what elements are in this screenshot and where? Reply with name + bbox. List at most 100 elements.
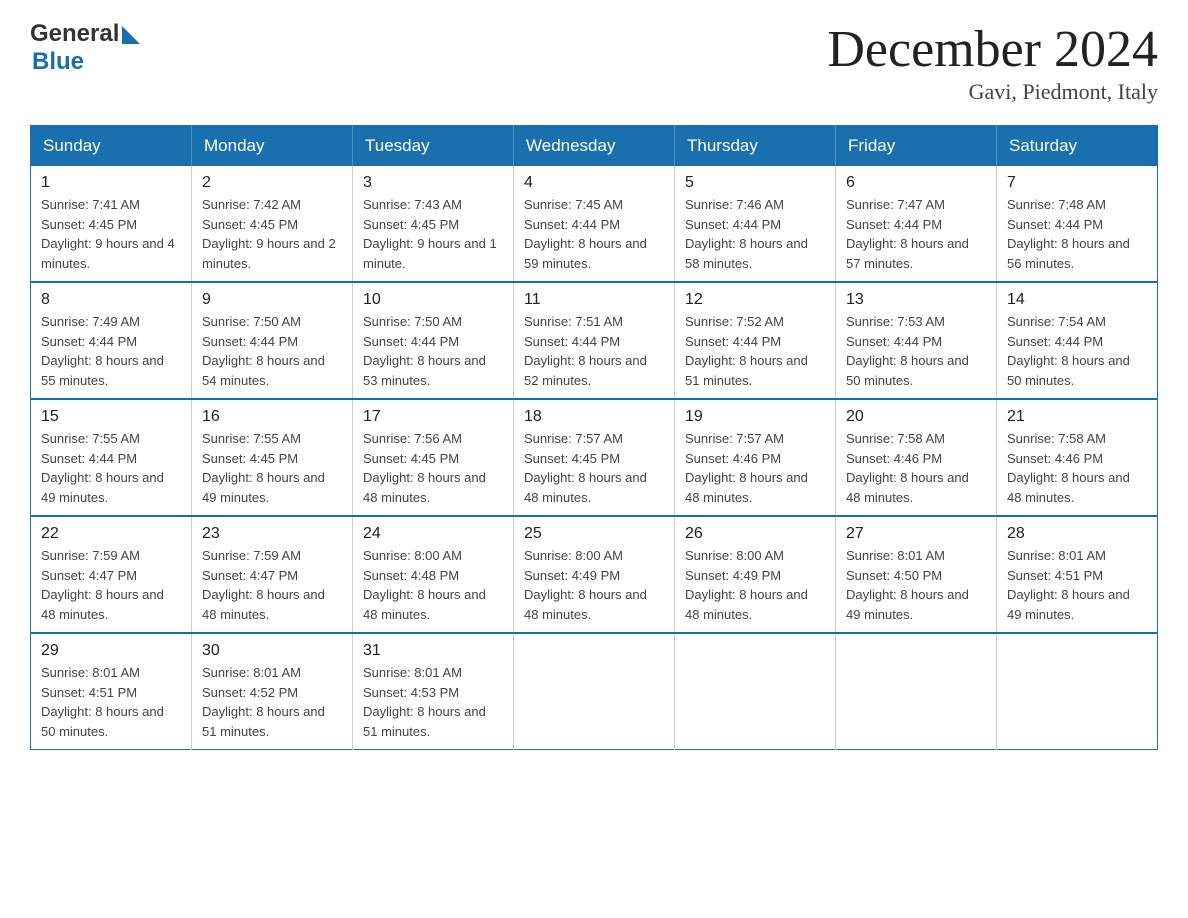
day-number: 17 [363, 408, 503, 426]
calendar-cell: 15 Sunrise: 7:55 AM Sunset: 4:44 PM Dayl… [31, 399, 192, 516]
logo: General Blue [30, 20, 140, 76]
day-info: Sunrise: 7:48 AM Sunset: 4:44 PM Dayligh… [1007, 195, 1147, 273]
calendar-cell: 9 Sunrise: 7:50 AM Sunset: 4:44 PM Dayli… [192, 282, 353, 399]
calendar-cell [836, 633, 997, 750]
day-number: 2 [202, 174, 342, 192]
day-number: 31 [363, 642, 503, 660]
logo-blue-text: Blue [32, 48, 84, 76]
calendar-cell: 31 Sunrise: 8:01 AM Sunset: 4:53 PM Dayl… [353, 633, 514, 750]
calendar-cell: 5 Sunrise: 7:46 AM Sunset: 4:44 PM Dayli… [675, 166, 836, 282]
day-info: Sunrise: 8:01 AM Sunset: 4:52 PM Dayligh… [202, 663, 342, 741]
calendar-cell: 4 Sunrise: 7:45 AM Sunset: 4:44 PM Dayli… [514, 166, 675, 282]
day-number: 30 [202, 642, 342, 660]
day-number: 14 [1007, 291, 1147, 309]
day-number: 4 [524, 174, 664, 192]
day-info: Sunrise: 8:00 AM Sunset: 4:49 PM Dayligh… [685, 546, 825, 624]
calendar-cell: 30 Sunrise: 8:01 AM Sunset: 4:52 PM Dayl… [192, 633, 353, 750]
calendar-cell: 17 Sunrise: 7:56 AM Sunset: 4:45 PM Dayl… [353, 399, 514, 516]
calendar-cell: 10 Sunrise: 7:50 AM Sunset: 4:44 PM Dayl… [353, 282, 514, 399]
day-number: 13 [846, 291, 986, 309]
logo-general-text: General [30, 20, 119, 48]
calendar-cell [997, 633, 1158, 750]
day-number: 21 [1007, 408, 1147, 426]
day-info: Sunrise: 7:58 AM Sunset: 4:46 PM Dayligh… [846, 429, 986, 507]
weekday-header-saturday: Saturday [997, 126, 1158, 167]
day-info: Sunrise: 7:50 AM Sunset: 4:44 PM Dayligh… [202, 312, 342, 390]
calendar-cell: 19 Sunrise: 7:57 AM Sunset: 4:46 PM Dayl… [675, 399, 836, 516]
calendar-week-row: 1 Sunrise: 7:41 AM Sunset: 4:45 PM Dayli… [31, 166, 1158, 282]
day-number: 6 [846, 174, 986, 192]
calendar-cell [514, 633, 675, 750]
calendar-cell: 20 Sunrise: 7:58 AM Sunset: 4:46 PM Dayl… [836, 399, 997, 516]
calendar-cell: 22 Sunrise: 7:59 AM Sunset: 4:47 PM Dayl… [31, 516, 192, 633]
calendar-cell: 13 Sunrise: 7:53 AM Sunset: 4:44 PM Dayl… [836, 282, 997, 399]
weekday-header-sunday: Sunday [31, 126, 192, 167]
day-number: 19 [685, 408, 825, 426]
day-number: 10 [363, 291, 503, 309]
day-number: 26 [685, 525, 825, 543]
day-number: 20 [846, 408, 986, 426]
weekday-header-friday: Friday [836, 126, 997, 167]
logo-line1: General [30, 20, 140, 48]
day-number: 5 [685, 174, 825, 192]
calendar-cell: 21 Sunrise: 7:58 AM Sunset: 4:46 PM Dayl… [997, 399, 1158, 516]
weekday-header-wednesday: Wednesday [514, 126, 675, 167]
day-number: 9 [202, 291, 342, 309]
calendar-cell: 7 Sunrise: 7:48 AM Sunset: 4:44 PM Dayli… [997, 166, 1158, 282]
day-number: 3 [363, 174, 503, 192]
day-info: Sunrise: 7:55 AM Sunset: 4:45 PM Dayligh… [202, 429, 342, 507]
calendar-cell: 14 Sunrise: 7:54 AM Sunset: 4:44 PM Dayl… [997, 282, 1158, 399]
calendar-cell: 25 Sunrise: 8:00 AM Sunset: 4:49 PM Dayl… [514, 516, 675, 633]
calendar-cell: 26 Sunrise: 8:00 AM Sunset: 4:49 PM Dayl… [675, 516, 836, 633]
calendar-cell [675, 633, 836, 750]
day-info: Sunrise: 8:01 AM Sunset: 4:51 PM Dayligh… [1007, 546, 1147, 624]
day-number: 23 [202, 525, 342, 543]
calendar-cell: 27 Sunrise: 8:01 AM Sunset: 4:50 PM Dayl… [836, 516, 997, 633]
day-number: 1 [41, 174, 181, 192]
calendar-cell: 8 Sunrise: 7:49 AM Sunset: 4:44 PM Dayli… [31, 282, 192, 399]
day-info: Sunrise: 7:55 AM Sunset: 4:44 PM Dayligh… [41, 429, 181, 507]
calendar-week-row: 15 Sunrise: 7:55 AM Sunset: 4:44 PM Dayl… [31, 399, 1158, 516]
day-info: Sunrise: 7:54 AM Sunset: 4:44 PM Dayligh… [1007, 312, 1147, 390]
day-info: Sunrise: 8:01 AM Sunset: 4:50 PM Dayligh… [846, 546, 986, 624]
day-info: Sunrise: 7:53 AM Sunset: 4:44 PM Dayligh… [846, 312, 986, 390]
day-info: Sunrise: 8:00 AM Sunset: 4:48 PM Dayligh… [363, 546, 503, 624]
day-info: Sunrise: 7:43 AM Sunset: 4:45 PM Dayligh… [363, 195, 503, 273]
day-info: Sunrise: 8:01 AM Sunset: 4:51 PM Dayligh… [41, 663, 181, 741]
day-number: 25 [524, 525, 664, 543]
day-info: Sunrise: 7:57 AM Sunset: 4:46 PM Dayligh… [685, 429, 825, 507]
day-info: Sunrise: 7:50 AM Sunset: 4:44 PM Dayligh… [363, 312, 503, 390]
day-info: Sunrise: 7:49 AM Sunset: 4:44 PM Dayligh… [41, 312, 181, 390]
day-number: 27 [846, 525, 986, 543]
calendar-cell: 18 Sunrise: 7:57 AM Sunset: 4:45 PM Dayl… [514, 399, 675, 516]
calendar-cell: 1 Sunrise: 7:41 AM Sunset: 4:45 PM Dayli… [31, 166, 192, 282]
calendar-week-row: 29 Sunrise: 8:01 AM Sunset: 4:51 PM Dayl… [31, 633, 1158, 750]
page-header: General Blue December 2024 Gavi, Piedmon… [30, 20, 1158, 105]
calendar-table: SundayMondayTuesdayWednesdayThursdayFrid… [30, 125, 1158, 750]
day-number: 16 [202, 408, 342, 426]
calendar-cell: 16 Sunrise: 7:55 AM Sunset: 4:45 PM Dayl… [192, 399, 353, 516]
calendar-cell: 28 Sunrise: 8:01 AM Sunset: 4:51 PM Dayl… [997, 516, 1158, 633]
day-number: 28 [1007, 525, 1147, 543]
day-number: 22 [41, 525, 181, 543]
day-number: 7 [1007, 174, 1147, 192]
day-info: Sunrise: 7:47 AM Sunset: 4:44 PM Dayligh… [846, 195, 986, 273]
calendar-week-row: 8 Sunrise: 7:49 AM Sunset: 4:44 PM Dayli… [31, 282, 1158, 399]
calendar-cell: 3 Sunrise: 7:43 AM Sunset: 4:45 PM Dayli… [353, 166, 514, 282]
location-subtitle: Gavi, Piedmont, Italy [827, 79, 1158, 105]
day-number: 24 [363, 525, 503, 543]
day-info: Sunrise: 7:56 AM Sunset: 4:45 PM Dayligh… [363, 429, 503, 507]
day-number: 8 [41, 291, 181, 309]
day-info: Sunrise: 7:59 AM Sunset: 4:47 PM Dayligh… [41, 546, 181, 624]
day-info: Sunrise: 7:42 AM Sunset: 4:45 PM Dayligh… [202, 195, 342, 273]
calendar-cell: 11 Sunrise: 7:51 AM Sunset: 4:44 PM Dayl… [514, 282, 675, 399]
day-info: Sunrise: 7:41 AM Sunset: 4:45 PM Dayligh… [41, 195, 181, 273]
day-info: Sunrise: 8:01 AM Sunset: 4:53 PM Dayligh… [363, 663, 503, 741]
day-info: Sunrise: 7:46 AM Sunset: 4:44 PM Dayligh… [685, 195, 825, 273]
day-number: 12 [685, 291, 825, 309]
month-title: December 2024 [827, 20, 1158, 79]
title-block: December 2024 Gavi, Piedmont, Italy [827, 20, 1158, 105]
calendar-week-row: 22 Sunrise: 7:59 AM Sunset: 4:47 PM Dayl… [31, 516, 1158, 633]
day-info: Sunrise: 7:51 AM Sunset: 4:44 PM Dayligh… [524, 312, 664, 390]
calendar-cell: 23 Sunrise: 7:59 AM Sunset: 4:47 PM Dayl… [192, 516, 353, 633]
